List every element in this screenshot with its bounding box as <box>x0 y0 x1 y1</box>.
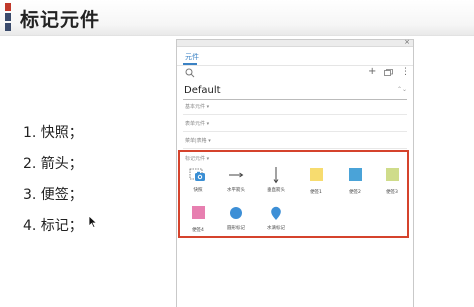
slide-header: 标记元件 <box>0 0 474 36</box>
section-basic-widgets[interactable]: 基本元件 ▾ <box>185 103 209 110</box>
sticky-note-icon <box>348 168 362 181</box>
widget-sticky-note-2[interactable]: 便签2 <box>339 166 371 195</box>
list-item: 4. 标记； <box>23 218 83 234</box>
arrow-right-icon <box>229 172 244 178</box>
widget-label: 快照 <box>193 188 203 193</box>
divider <box>183 148 407 149</box>
accent-bar-navy <box>5 23 11 31</box>
drop-marker-icon <box>271 206 281 220</box>
mouse-cursor-icon <box>88 215 98 229</box>
widget-sticky-note-3[interactable]: 便签3 <box>376 166 408 195</box>
panel-title-bar[interactable]: × <box>177 38 413 47</box>
widget-label: 水滴标记 <box>267 226 285 231</box>
arrow-down-icon <box>273 167 279 184</box>
accent-bar-red <box>5 3 11 11</box>
list-item: 2. 箭头； <box>23 156 83 172</box>
widget-horizontal-arrow[interactable]: 水平箭头 <box>220 166 252 193</box>
add-library-icon[interactable]: + <box>368 67 376 77</box>
divider <box>177 65 413 66</box>
sticky-note-icon <box>309 168 323 181</box>
select-caret-icon: ⌃⌄ <box>396 86 407 93</box>
list-item: 1. 快照； <box>23 125 83 141</box>
widget-snapshot[interactable]: 快照 <box>182 166 214 193</box>
widget-label: 便签1 <box>310 190 322 195</box>
widget-circle-marker[interactable]: 圆形标记 <box>220 204 252 231</box>
widget-sticky-note-4[interactable]: 便签4 <box>182 204 214 233</box>
widget-label: 水平箭头 <box>227 188 245 193</box>
list-item: 3. 便签； <box>23 187 83 203</box>
title-accent-bars <box>5 3 11 31</box>
sticky-note-icon <box>385 168 399 181</box>
section-form-widgets[interactable]: 表单元件 ▾ <box>185 120 209 127</box>
accent-bar-navy <box>5 13 11 21</box>
tab-libraries[interactable]: 元件 <box>185 52 199 62</box>
widget-vertical-arrow[interactable]: 垂直箭头 <box>260 166 292 193</box>
widget-label: 便签4 <box>192 228 204 233</box>
close-icon[interactable]: × <box>404 38 410 46</box>
divider <box>183 114 407 115</box>
circle-marker-icon <box>230 207 242 219</box>
widget-drop-marker[interactable]: 水滴标记 <box>260 204 292 231</box>
search-icon[interactable] <box>185 68 195 78</box>
section-menu-table[interactable]: 菜单|表格 ▾ <box>185 137 211 144</box>
widget-sticky-note-1[interactable]: 便签1 <box>300 166 332 195</box>
more-options-icon[interactable]: ⋮ <box>401 67 410 77</box>
page-title: 标记元件 <box>20 9 101 31</box>
library-select-value: Default <box>184 85 221 96</box>
library-select[interactable]: Default ⌃⌄ <box>183 84 407 100</box>
snapshot-icon <box>189 168 205 181</box>
sticky-note-icon <box>191 206 205 219</box>
widget-label: 圆形标记 <box>227 226 245 231</box>
widget-label: 垂直箭头 <box>267 188 285 193</box>
popout-window-icon[interactable] <box>384 69 393 76</box>
widget-label: 便签3 <box>386 190 398 195</box>
divider <box>183 131 407 132</box>
marker-widgets-group: 标记元件 ▾ 快照 水平箭头 垂直箭头 便签1 便签2 便签3 便签4 圆形标记… <box>178 150 409 238</box>
section-marker-widgets[interactable]: 标记元件 ▾ <box>185 155 209 162</box>
widget-label: 便签2 <box>349 190 361 195</box>
